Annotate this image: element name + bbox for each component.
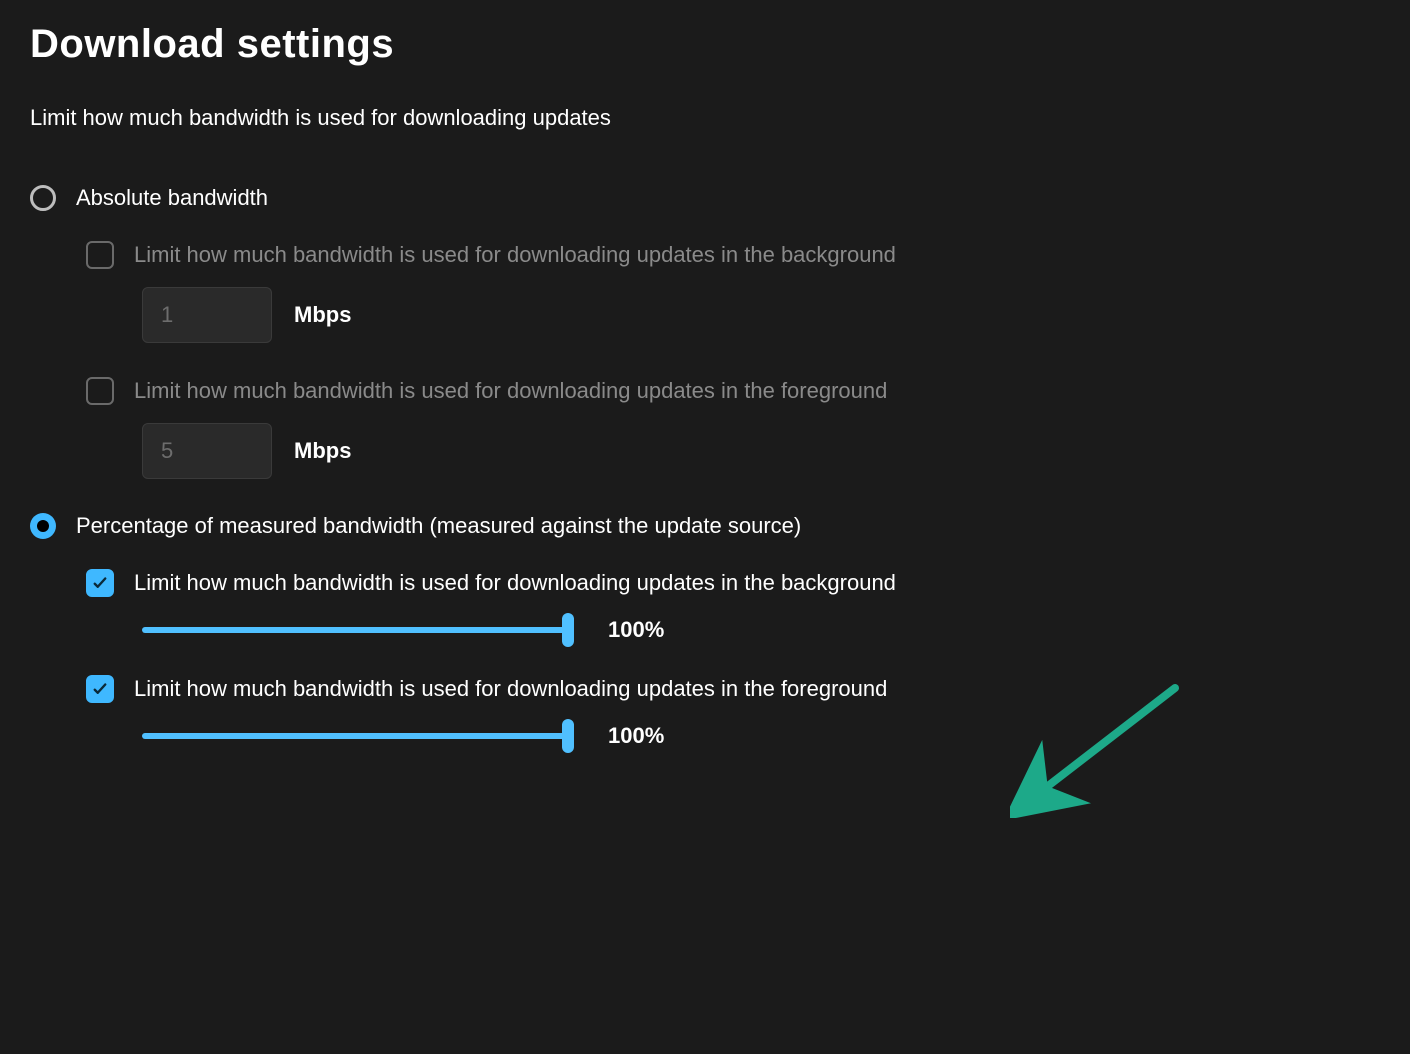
percentage-fg-label: Limit how much bandwidth is used for dow… [134, 676, 887, 702]
percentage-fg-value: 100% [608, 723, 664, 749]
percentage-radio[interactable] [30, 513, 56, 539]
percentage-bg-label: Limit how much bandwidth is used for dow… [134, 570, 896, 596]
percentage-fg-slider[interactable] [142, 721, 570, 751]
absolute-bg-input-row: Mbps [142, 287, 1380, 343]
absolute-bandwidth-radio[interactable] [30, 185, 56, 211]
absolute-bandwidth-radio-row[interactable]: Absolute bandwidth [30, 185, 1380, 211]
page-subtitle: Limit how much bandwidth is used for dow… [30, 105, 1380, 131]
slider-thumb[interactable] [562, 613, 574, 647]
percentage-fg-checkbox[interactable] [86, 675, 114, 703]
check-icon [91, 680, 109, 698]
absolute-fg-input [142, 423, 272, 479]
absolute-bg-checkbox-row: Limit how much bandwidth is used for dow… [86, 241, 1380, 269]
absolute-sub-options: Limit how much bandwidth is used for dow… [86, 241, 1380, 479]
absolute-fg-input-row: Mbps [142, 423, 1380, 479]
percentage-label: Percentage of measured bandwidth (measur… [76, 513, 801, 539]
absolute-bg-label: Limit how much bandwidth is used for dow… [134, 242, 896, 268]
percentage-bg-slider-row: 100% [142, 615, 1380, 645]
absolute-bandwidth-label: Absolute bandwidth [76, 185, 268, 211]
absolute-bg-input [142, 287, 272, 343]
absolute-bg-checkbox [86, 241, 114, 269]
absolute-fg-checkbox-row: Limit how much bandwidth is used for dow… [86, 377, 1380, 405]
absolute-fg-label: Limit how much bandwidth is used for dow… [134, 378, 887, 404]
percentage-fg-slider-row: 100% [142, 721, 1380, 751]
slider-track [142, 733, 570, 739]
absolute-fg-unit: Mbps [294, 438, 351, 464]
percentage-radio-row[interactable]: Percentage of measured bandwidth (measur… [30, 513, 1380, 539]
check-icon [91, 574, 109, 592]
percentage-bandwidth-section: Percentage of measured bandwidth (measur… [30, 513, 1380, 751]
slider-thumb[interactable] [562, 719, 574, 753]
percentage-bg-value: 100% [608, 617, 664, 643]
absolute-fg-checkbox [86, 377, 114, 405]
slider-track [142, 627, 570, 633]
percentage-bg-slider[interactable] [142, 615, 570, 645]
percentage-bg-checkbox-row[interactable]: Limit how much bandwidth is used for dow… [86, 569, 1380, 597]
absolute-bandwidth-section: Absolute bandwidth Limit how much bandwi… [30, 185, 1380, 479]
percentage-bg-checkbox[interactable] [86, 569, 114, 597]
percentage-fg-checkbox-row[interactable]: Limit how much bandwidth is used for dow… [86, 675, 1380, 703]
page-title: Download settings [30, 22, 1380, 67]
percentage-sub-options: Limit how much bandwidth is used for dow… [86, 569, 1380, 751]
absolute-bg-unit: Mbps [294, 302, 351, 328]
